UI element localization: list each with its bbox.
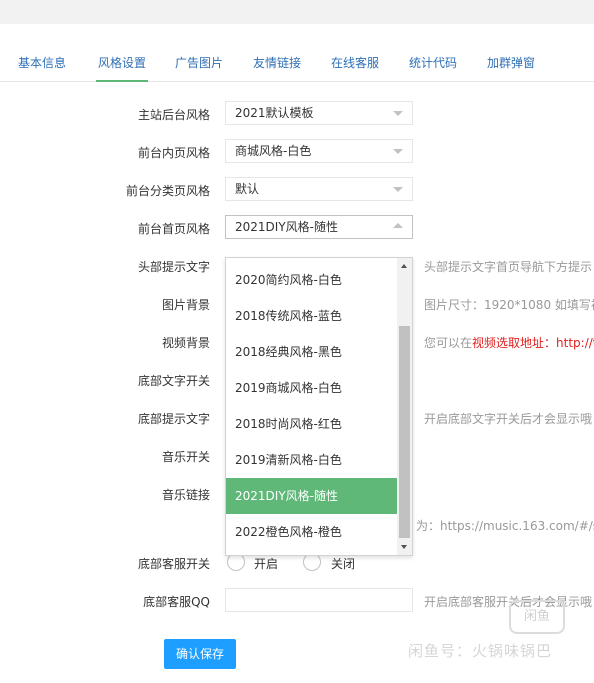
dropdown-option[interactable]: 2020简约风格-白色	[226, 262, 397, 298]
dropdown-option[interactable]: 2022橙色风格-橙色	[226, 514, 397, 550]
dropdown-option[interactable]: 2018传统风格-蓝色	[226, 298, 397, 334]
music-link-label: 音乐链接	[161, 488, 210, 502]
chevron-up-icon	[393, 223, 403, 228]
image-background-label: 图片背景	[161, 298, 210, 312]
scroll-down-icon[interactable]	[401, 545, 407, 549]
category-page-style-value: 默认	[235, 182, 260, 196]
watermark-text: 闲鱼号：火锅味锅巴	[408, 642, 553, 660]
tab-basic-info[interactable]: 基本信息	[18, 44, 66, 82]
dropdown-option[interactable]: 2018时尚风格-红色	[226, 406, 397, 442]
tab-stats-code[interactable]: 统计代码	[409, 44, 457, 82]
footer-service-qq-label: 底部客服QQ	[143, 595, 210, 609]
footer-service-switch-label: 底部客服开关	[137, 557, 210, 571]
video-hint-prefix: 您可以在	[424, 336, 473, 350]
header-tip-text-hint: 头部提示文字首页导航下方提示	[424, 260, 593, 274]
top-bar	[0, 0, 594, 24]
main-admin-style-select[interactable]: 2021默认模板	[225, 101, 413, 125]
home-page-style-value: 2021DIY风格-随性	[235, 220, 338, 234]
inner-page-style-label: 前台内页风格	[137, 146, 210, 160]
tab-ad-images[interactable]: 广告图片	[175, 44, 223, 82]
home-page-style-label: 前台首页风格	[137, 222, 210, 236]
music-switch-label: 音乐开关	[161, 450, 210, 464]
chevron-down-icon	[393, 111, 403, 116]
footer-tip-text-hint: 开启底部文字开关后才会显示哦	[424, 412, 593, 426]
save-button[interactable]: 确认保存	[164, 639, 236, 669]
home-style-dropdown: 2020简约风格-白色 2018传统风格-蓝色 2018经典风格-黑色 2019…	[225, 257, 413, 556]
scroll-up-icon[interactable]	[401, 264, 407, 268]
footer-service-qq-hint: 开启底部客服开关后才会显示哦	[424, 595, 593, 609]
tab-friend-links[interactable]: 友情链接	[253, 44, 301, 82]
music-link-hint: 为：https://music.163.com/#/song	[416, 519, 594, 533]
dropdown-scrollbar[interactable]	[397, 258, 412, 555]
dropdown-option-selected[interactable]: 2021DIY风格-随性	[226, 478, 397, 514]
image-background-hint: 图片尺寸：1920*1080 如填写视	[424, 298, 594, 312]
chevron-down-icon	[393, 187, 403, 192]
inner-page-style-select[interactable]: 商城风格-白色	[225, 139, 413, 163]
footer-tip-text-label: 底部提示文字	[137, 412, 210, 426]
header-tip-text-label: 头部提示文字	[137, 260, 210, 274]
video-background-hint: 您可以在视频选取地址：http://te	[424, 334, 594, 351]
main-admin-style-label: 主站后台风格	[137, 108, 210, 122]
tab-group-popup[interactable]: 加群弹窗	[487, 44, 535, 82]
category-page-style-select[interactable]: 默认	[225, 177, 413, 201]
radio-off-label: 关闭	[331, 557, 356, 571]
dropdown-option[interactable]: 2019商城风格-白色	[226, 370, 397, 406]
footer-text-switch-label: 底部文字开关	[137, 374, 210, 388]
inner-page-style-value: 商城风格-白色	[235, 144, 312, 158]
home-page-style-select[interactable]: 2021DIY风格-随性	[225, 215, 413, 239]
tab-style-settings[interactable]: 风格设置	[96, 44, 149, 82]
footer-service-qq-input[interactable]	[225, 588, 413, 612]
dropdown-option[interactable]: 2019清新风格-白色	[226, 442, 397, 478]
main-admin-style-value: 2021默认模板	[235, 106, 314, 120]
chevron-down-icon	[393, 149, 403, 154]
watermark-logo: 闲鱼	[509, 600, 565, 634]
radio-on-label: 开启	[254, 557, 279, 571]
category-page-style-label: 前台分类页风格	[125, 184, 210, 198]
dropdown-option[interactable]: 2018经典风格-黑色	[226, 334, 397, 370]
video-background-label: 视频背景	[161, 336, 210, 350]
scrollbar-thumb[interactable]	[399, 326, 410, 538]
video-select-link[interactable]: 视频选取地址：	[472, 336, 556, 350]
tab-online-service[interactable]: 在线客服	[331, 44, 379, 82]
tab-bar: 基本信息 风格设置 广告图片 友情链接 在线客服 统计代码 加群弹窗	[0, 44, 594, 82]
video-url-link[interactable]: http://te	[556, 336, 594, 350]
